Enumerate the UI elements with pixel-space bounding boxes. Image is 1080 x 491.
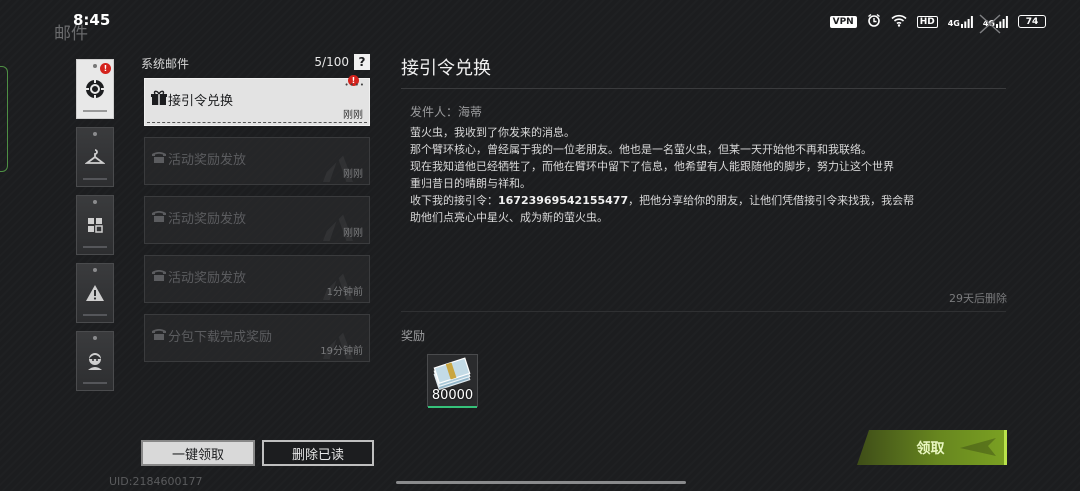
claim-button[interactable]: 领取 [857, 430, 1007, 465]
background-texture [0, 0, 1080, 491]
selection-strip [147, 120, 367, 123]
mail-body: 萤火虫，我收到了你发来的消息。 那个臂环核心，曾经属于我的一位老朋友。他也是一名… [410, 124, 914, 226]
pin-icon [93, 132, 97, 136]
tab-mail-2[interactable] [76, 127, 114, 187]
status-icons: VPN HD 4G 4G 74 [829, 12, 1046, 31]
signal-1: 4G [947, 15, 973, 28]
hanger-icon [85, 149, 105, 164]
pin-icon [93, 200, 97, 204]
notification-badge: ! [100, 63, 111, 74]
home-indicator[interactable] [396, 481, 686, 484]
telephone-icon [152, 211, 166, 222]
body-line: 萤火虫，我收到了你发来的消息。 [410, 126, 575, 139]
vpn-badge: VPN [829, 15, 857, 28]
mail-detail-title: 接引令兑换 [401, 58, 491, 79]
referral-code[interactable]: 16723969542155477 [498, 194, 628, 207]
body-line-suffix: ，把他分享给你的朋友，让他们凭借接引令来找我，我会帮 [628, 194, 915, 207]
mail-category-tabs: ! [76, 59, 116, 399]
card-strip [83, 246, 107, 248]
card-strip [83, 110, 107, 112]
body-line: 收下我的接引令：16723969542155477，把他分享给你的朋友，让他们凭… [410, 192, 914, 209]
mail-item-time: 刚刚 [343, 110, 363, 121]
help-button[interactable]: ? [354, 54, 370, 70]
side-drawer-handle[interactable] [0, 66, 8, 172]
reward-label: 奖励 [401, 329, 426, 343]
expire-notice: 29天后删除 [949, 292, 1007, 305]
telephone-icon [152, 152, 166, 163]
alarm-icon [867, 12, 881, 31]
card-strip [83, 178, 107, 180]
mail-item-title: 活动奖励发放 [168, 271, 247, 286]
reward-item[interactable]: 80000 [427, 354, 478, 408]
mail-item-title: 活动奖励发放 [168, 212, 247, 227]
tab-mail-5[interactable] [76, 331, 114, 391]
body-line-prefix: 收下我的接引令： [410, 194, 498, 207]
telephone-icon [152, 329, 166, 340]
mail-item-title: 接引令兑换 [168, 94, 234, 109]
pin-icon [93, 64, 97, 68]
reward-amount: 80000 [431, 388, 474, 403]
mail-item[interactable]: 活动奖励发放 刚刚 [144, 137, 370, 185]
mail-item[interactable]: 活动奖励发放 刚刚 [144, 196, 370, 244]
wifi-icon [891, 12, 907, 31]
pin-icon [93, 268, 97, 272]
body-line: 重归昔日的晴朗与祥和。 [410, 177, 531, 190]
signal-icon [960, 15, 973, 28]
card-strip [83, 314, 107, 316]
rarity-bar [428, 406, 477, 408]
mail-item[interactable]: 活动奖励发放 1分钟前 [144, 255, 370, 303]
aircraft-icon [960, 438, 996, 456]
body-line: 现在我知道他已经牺牲了，而他在臂环中留下了信息，他希望有人能跟随他的脚步，努力让… [410, 160, 894, 173]
hd-badge: HD [916, 15, 938, 28]
claim-button-label: 领取 [916, 440, 945, 457]
network-label-1: 4G [947, 18, 960, 28]
warning-icon [86, 285, 104, 301]
body-line: 助他们点亮心中星火、成为新的萤火虫。 [410, 211, 608, 224]
mail-item-title: 活动奖励发放 [168, 153, 247, 168]
user-id: UID:2184600177 [109, 475, 203, 488]
status-time: 8:45 [73, 11, 111, 29]
battery-indicator: 74 [1018, 15, 1046, 28]
mail-count: 5/100 [314, 55, 349, 69]
tab-mail-4[interactable] [76, 263, 114, 323]
mail-item-time: 刚刚 [343, 169, 363, 180]
pin-icon [93, 336, 97, 340]
mail-sender: 发件人：海蒂 [410, 105, 483, 119]
mail-item-time: 1分钟前 [326, 287, 363, 298]
puzzle-icon [88, 218, 103, 233]
mail-item[interactable]: 分包下载完成奖励 19分钟前 [144, 314, 370, 362]
gift-icon [151, 90, 167, 105]
mail-item-time: 19分钟前 [320, 346, 363, 357]
collect-all-button[interactable]: 一键领取 [141, 440, 255, 466]
telephone-icon [152, 270, 166, 281]
delete-read-button[interactable]: 删除已读 [262, 440, 374, 466]
gear-emblem-icon [86, 80, 104, 98]
mail-item[interactable]: ! •••• 接引令兑换 刚刚 [144, 75, 370, 126]
mail-list-header: 系统邮件 5/100 ? [141, 54, 371, 72]
card-strip [83, 382, 107, 384]
close-icon[interactable] [978, 13, 1002, 39]
status-bar: 邮件 8:45 VPN HD 4G 4G 74 [0, 0, 1080, 44]
mail-item-time: 刚刚 [343, 228, 363, 239]
divider [401, 88, 1006, 89]
decor-dots: •••• [344, 81, 365, 89]
mail-item-title: 分包下载完成奖励 [168, 330, 273, 345]
divider [401, 311, 1006, 312]
character-portrait-icon [88, 353, 102, 370]
mail-list-title: 系统邮件 [141, 57, 190, 71]
tab-mail-3[interactable] [76, 195, 114, 255]
tab-system-mail[interactable]: ! [76, 59, 114, 119]
body-line: 那个臂环核心，曾经属于我的一位老朋友。他也是一名萤火虫，但某一天开始他不再和我联… [410, 143, 872, 156]
